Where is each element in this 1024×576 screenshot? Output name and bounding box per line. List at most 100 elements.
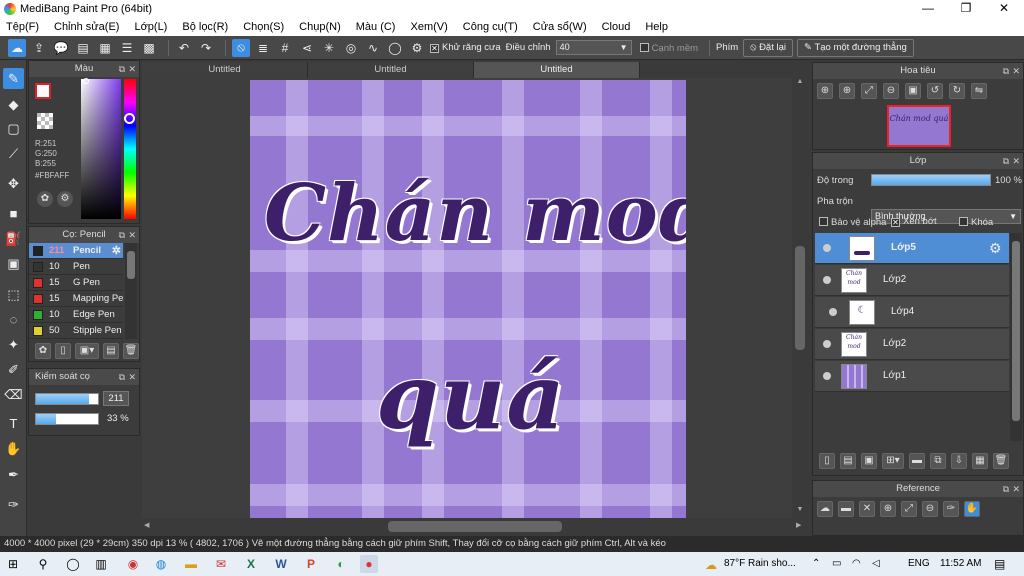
adjust-dropdown[interactable]: 40 ▼	[555, 40, 632, 55]
brush-item[interactable]: 211 Pencil ✲	[29, 243, 123, 259]
brush-item[interactable]: 10 Pen	[29, 259, 123, 275]
float-icon[interactable]: ⧉	[119, 369, 125, 385]
layer-properties-icon[interactable]: ▦	[972, 453, 988, 469]
rotate-left-icon[interactable]: ↺	[927, 83, 943, 99]
zoom-in-alt-icon[interactable]: ⊕	[839, 83, 855, 99]
perspective-snap-icon[interactable]: ⋖	[298, 39, 316, 57]
horizontal-scroll-thumb[interactable]	[388, 521, 562, 532]
layer-row-lop5[interactable]: Lớp5 ⚙	[815, 233, 1009, 264]
brush-new-icon[interactable]: ▯	[55, 343, 71, 359]
network-icon[interactable]: ▭	[832, 558, 841, 569]
select-tool-icon[interactable]: ⬚	[3, 284, 24, 305]
parallel-snap-icon[interactable]: ≣	[254, 39, 272, 57]
float-icon[interactable]: ⧉	[1003, 63, 1009, 79]
hue-slider[interactable]	[124, 79, 136, 219]
rectangle-tool-icon[interactable]: ▢	[3, 118, 24, 139]
fit-icon[interactable]: ⤢	[901, 501, 917, 517]
close-icon[interactable]: ✕	[128, 61, 136, 77]
move-tool-icon[interactable]: ✥	[3, 173, 24, 194]
note-icon[interactable]: ▤	[74, 39, 92, 57]
file-explorer-icon[interactable]: ▬	[182, 555, 200, 573]
line-tool-icon[interactable]: ⟋	[3, 143, 24, 164]
new-halftone-layer-icon[interactable]: ▤	[840, 453, 856, 469]
rotate-right-icon[interactable]: ↻	[949, 83, 965, 99]
clock[interactable]: 11:52 AM	[940, 558, 982, 569]
scroll-down-icon[interactable]: ▼	[792, 506, 808, 516]
volume-icon[interactable]: ◁	[872, 558, 880, 569]
menu-item-0[interactable]: Tệp(F)	[6, 21, 39, 33]
menu-item-7[interactable]: Xem(V)	[410, 21, 447, 33]
menu-item-4[interactable]: Chọn(S)	[243, 21, 284, 33]
brush-add-icon[interactable]: ✿	[35, 343, 51, 359]
grid-icon[interactable]: ▩	[140, 39, 158, 57]
app-icon[interactable]: ◉	[124, 555, 142, 573]
close-icon[interactable]: ✕	[984, 1, 1024, 17]
menu-item-11[interactable]: Help	[645, 21, 668, 33]
new-layer-icon[interactable]: ▯	[819, 453, 835, 469]
grid-snap-icon[interactable]: #	[276, 39, 294, 57]
powerpoint-icon[interactable]: P	[302, 555, 320, 573]
palette-icon[interactable]: ✿	[37, 191, 53, 207]
delete-layer-icon[interactable]: 🗑	[993, 453, 1009, 469]
cloud-reference-icon[interactable]: ☁	[817, 501, 833, 517]
cloud-icon[interactable]: ☁	[8, 38, 26, 57]
canvas-horizontal-scrollbar[interactable]: ◀ ▶	[142, 518, 808, 536]
scroll-left-icon[interactable]: ◀	[144, 521, 149, 529]
brush-opacity-slider[interactable]	[35, 413, 99, 425]
straight-line-button[interactable]: ✎ Tạo một đường thẳng	[797, 38, 914, 57]
brush-item[interactable]: 50 Stipple Pen	[29, 323, 123, 339]
snap-settings-icon[interactable]: ⚙	[408, 39, 426, 57]
hand-tool-icon[interactable]: ✋	[3, 438, 24, 459]
brush-settings-icon[interactable]: ✲	[112, 244, 121, 257]
close-reference-icon[interactable]: ✕	[859, 501, 875, 517]
eyedropper-icon[interactable]: ✑	[3, 494, 24, 515]
soft-edge-checkbox[interactable]: Cạnh mềm	[639, 42, 698, 54]
layer-row-lop4[interactable]: ☾ Lớp4	[815, 297, 1009, 328]
menu-item-6[interactable]: Màu (C)	[356, 21, 396, 33]
bucket-tool-icon[interactable]: ⛽	[3, 228, 24, 249]
float-icon[interactable]: ⧉	[119, 61, 125, 77]
close-icon[interactable]: ✕	[128, 369, 136, 385]
navigator-thumbnail[interactable]: Chán mod quá	[887, 105, 951, 147]
artboard[interactable]: Chán mod quá	[250, 80, 686, 518]
magic-wand-icon[interactable]: ✦	[3, 334, 24, 355]
maximize-icon[interactable]: ❐	[946, 1, 986, 17]
scroll-right-icon[interactable]: ▶	[796, 521, 801, 529]
brush-settings-icon[interactable]: ▤	[103, 343, 119, 359]
select-pen-icon[interactable]: ✐	[3, 359, 24, 380]
brush-item[interactable]: 10 Edge Pen	[29, 307, 123, 323]
brush-size-value[interactable]: 211	[103, 391, 129, 406]
snap-off-icon[interactable]: ⦸	[232, 38, 250, 57]
menu-item-9[interactable]: Cửa sổ(W)	[533, 21, 587, 33]
color-settings-icon[interactable]: ⚙	[57, 191, 73, 207]
eraser-tool-icon[interactable]: ◆	[3, 94, 24, 115]
visibility-icon[interactable]	[823, 340, 831, 348]
primary-color-swatch[interactable]	[35, 83, 51, 99]
scroll-up-icon[interactable]: ▲	[792, 78, 808, 88]
visibility-icon[interactable]	[823, 372, 831, 380]
select-eraser-icon[interactable]: ⌫	[3, 384, 24, 405]
brush-delete-icon[interactable]: 🗑	[123, 343, 139, 359]
hand-icon[interactable]: ✋	[964, 501, 980, 517]
tab-untitled-2[interactable]: Untitled	[308, 62, 474, 78]
open-folder-icon[interactable]: ▬	[838, 501, 854, 517]
gradient-tool-icon[interactable]: ▣	[3, 253, 24, 274]
menu-item-3[interactable]: Bộ lọc(R)	[182, 21, 228, 33]
mail-icon[interactable]: ✉	[212, 555, 230, 573]
brush-item[interactable]: 15 Mapping Pe	[29, 291, 123, 307]
reset-button[interactable]: ⦸ Đặt lại	[743, 38, 793, 57]
windows-start-icon[interactable]: ⊞	[4, 555, 22, 573]
medibang-taskbar-icon[interactable]: ●	[360, 555, 378, 573]
brush-import-icon[interactable]: ▣▾	[75, 343, 99, 359]
brush-item[interactable]: 15 G Pen	[29, 275, 123, 291]
zoom-out-icon[interactable]: ⊖	[922, 501, 938, 517]
menu-item-2[interactable]: Lớp(L)	[134, 21, 167, 33]
text-tool-icon[interactable]: T	[3, 413, 24, 434]
menu-item-1[interactable]: Chỉnh sửa(E)	[54, 21, 119, 33]
tab-untitled-3[interactable]: Untitled	[474, 62, 640, 78]
visibility-icon[interactable]	[829, 308, 837, 316]
add-layer-menu-icon[interactable]: ⊞▾	[882, 453, 904, 469]
layer-row-lop2-b[interactable]: Chán mod Lớp2	[815, 329, 1009, 360]
redo-icon[interactable]: ↷	[197, 39, 215, 57]
radial-snap-icon[interactable]: ✳	[320, 39, 338, 57]
